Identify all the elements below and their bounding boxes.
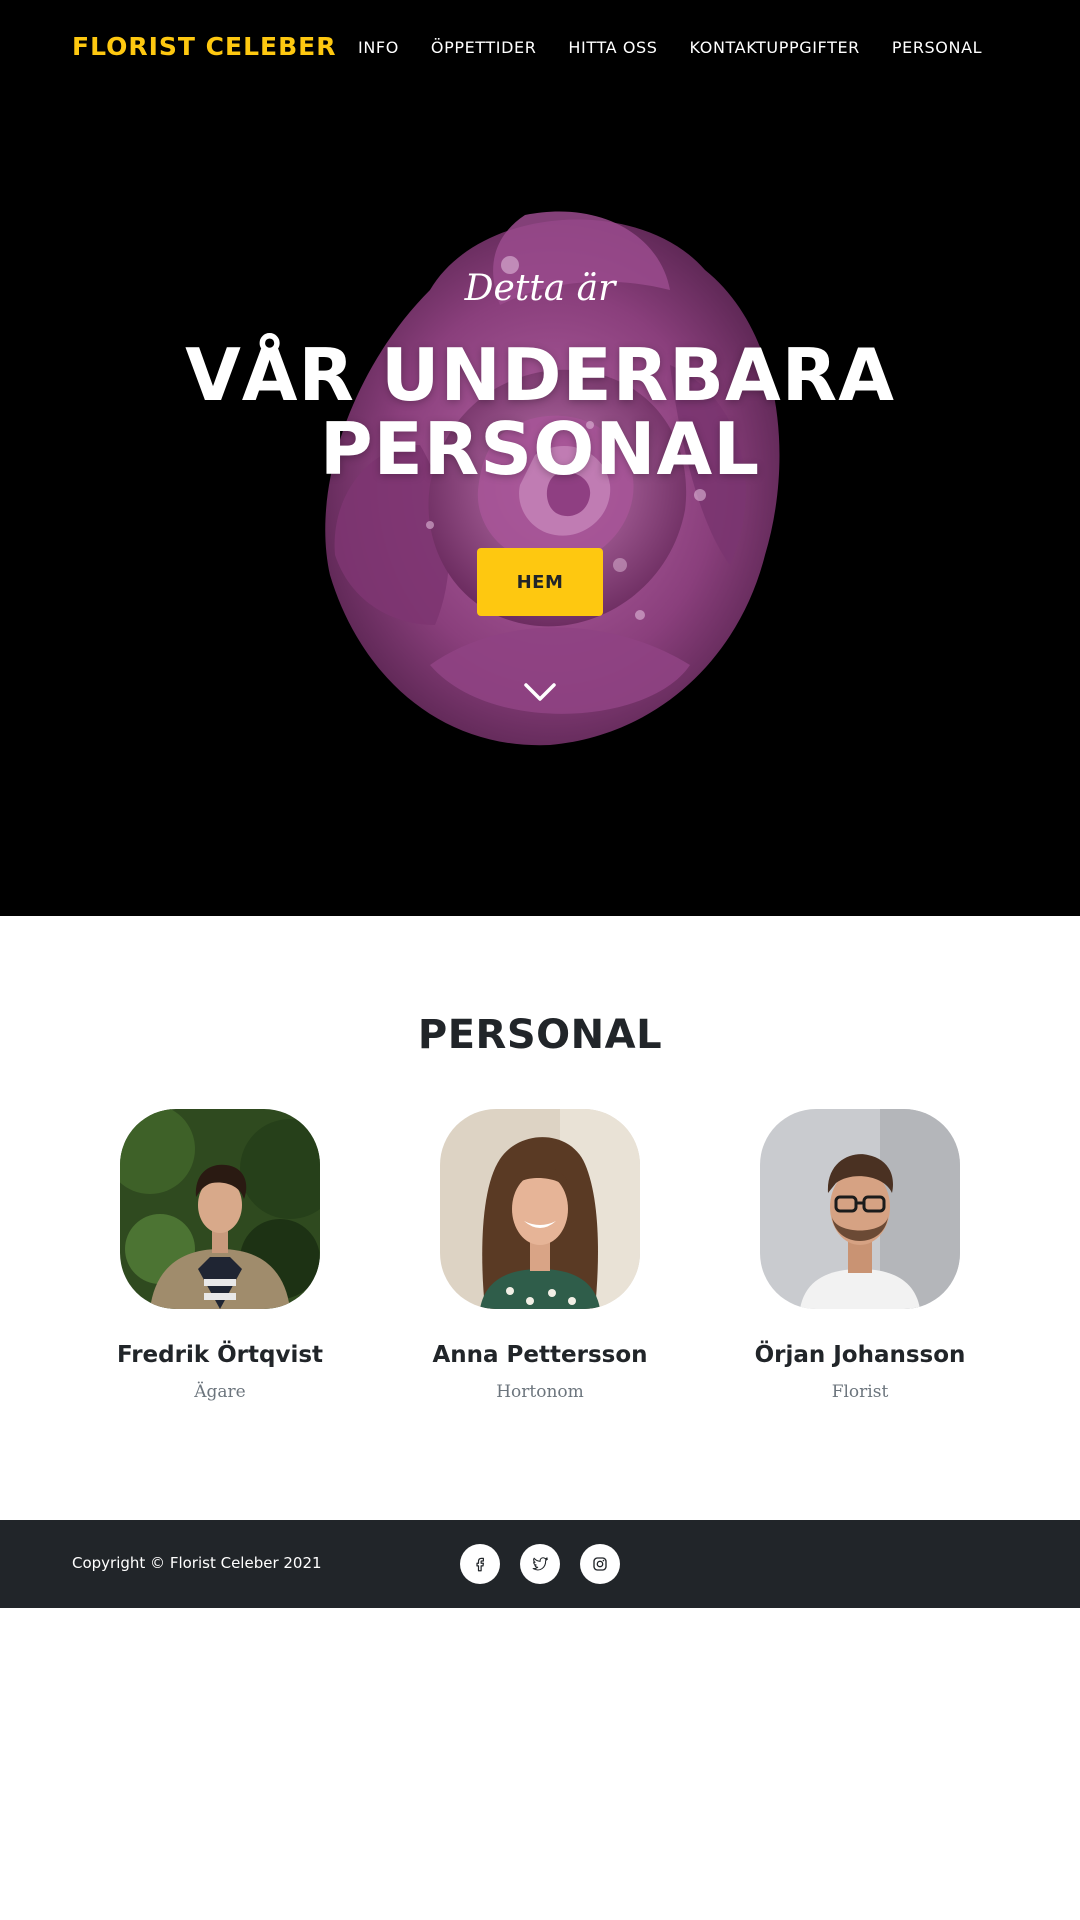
main-navbar: FLORIST CELEBER INFO ÖPPETTIDER HITTA OS… [0,0,1080,96]
hero-heading-line-2: PERSONAL [319,407,761,491]
avatar [760,1109,960,1309]
avatar [440,1109,640,1309]
footer: Copyright © Florist Celeber 2021 [0,1520,1080,1608]
facebook-icon[interactable] [460,1544,500,1584]
nav-link-contact[interactable]: KONTAKTUPPGIFTER [690,38,860,57]
nav-link-info[interactable]: INFO [358,38,399,57]
nav-link-staff[interactable]: PERSONAL [892,38,982,57]
hero-heading-line-1: VÅR UNDERBARA [185,333,895,417]
hero-subheading: Detta är [464,268,616,309]
team-section: PERSONAL Fredrik Örtqvist Ägare Anna Pet… [0,916,1080,1520]
team-member-card: Anna Pettersson Hortonom [390,1109,690,1402]
copyright-text: Copyright © Florist Celeber 2021 [72,1554,322,1572]
hero-section: FLORIST CELEBER INFO ÖPPETTIDER HITTA OS… [0,0,1080,916]
nav-link-find-us[interactable]: HITTA OSS [568,38,657,57]
brand-logo-link[interactable]: FLORIST CELEBER [72,32,337,61]
twitter-icon[interactable] [520,1544,560,1584]
team-member-card: Fredrik Örtqvist Ägare [70,1109,370,1402]
nav-item-find-us: HITTA OSS [568,38,657,58]
member-name: Fredrik Örtqvist [116,1342,324,1368]
nav-item-staff: PERSONAL [892,38,982,58]
member-role: Ägare [194,1382,246,1402]
nav-item-opening-hours: ÖPPETTIDER [431,38,537,58]
home-button[interactable]: HEM [477,548,603,616]
team-heading: PERSONAL [417,1012,663,1058]
member-role: Florist [831,1382,889,1402]
nav-link-opening-hours[interactable]: ÖPPETTIDER [431,38,537,57]
nav-links: INFO ÖPPETTIDER HITTA OSS KONTAKTUPPGIFT… [358,38,982,58]
hero-heading: VÅR UNDERBARA PERSONAL [0,338,1080,486]
instagram-icon[interactable] [580,1544,620,1584]
nav-item-contact: KONTAKTUPPGIFTER [690,38,860,58]
member-role: Hortonom [496,1382,584,1402]
avatar [120,1109,320,1309]
team-member-card: Örjan Johansson Florist [710,1109,1010,1402]
member-name: Anna Pettersson [432,1342,648,1368]
chevron-down-icon[interactable] [522,680,558,704]
nav-item-info: INFO [358,38,399,58]
member-name: Örjan Johansson [754,1342,966,1368]
